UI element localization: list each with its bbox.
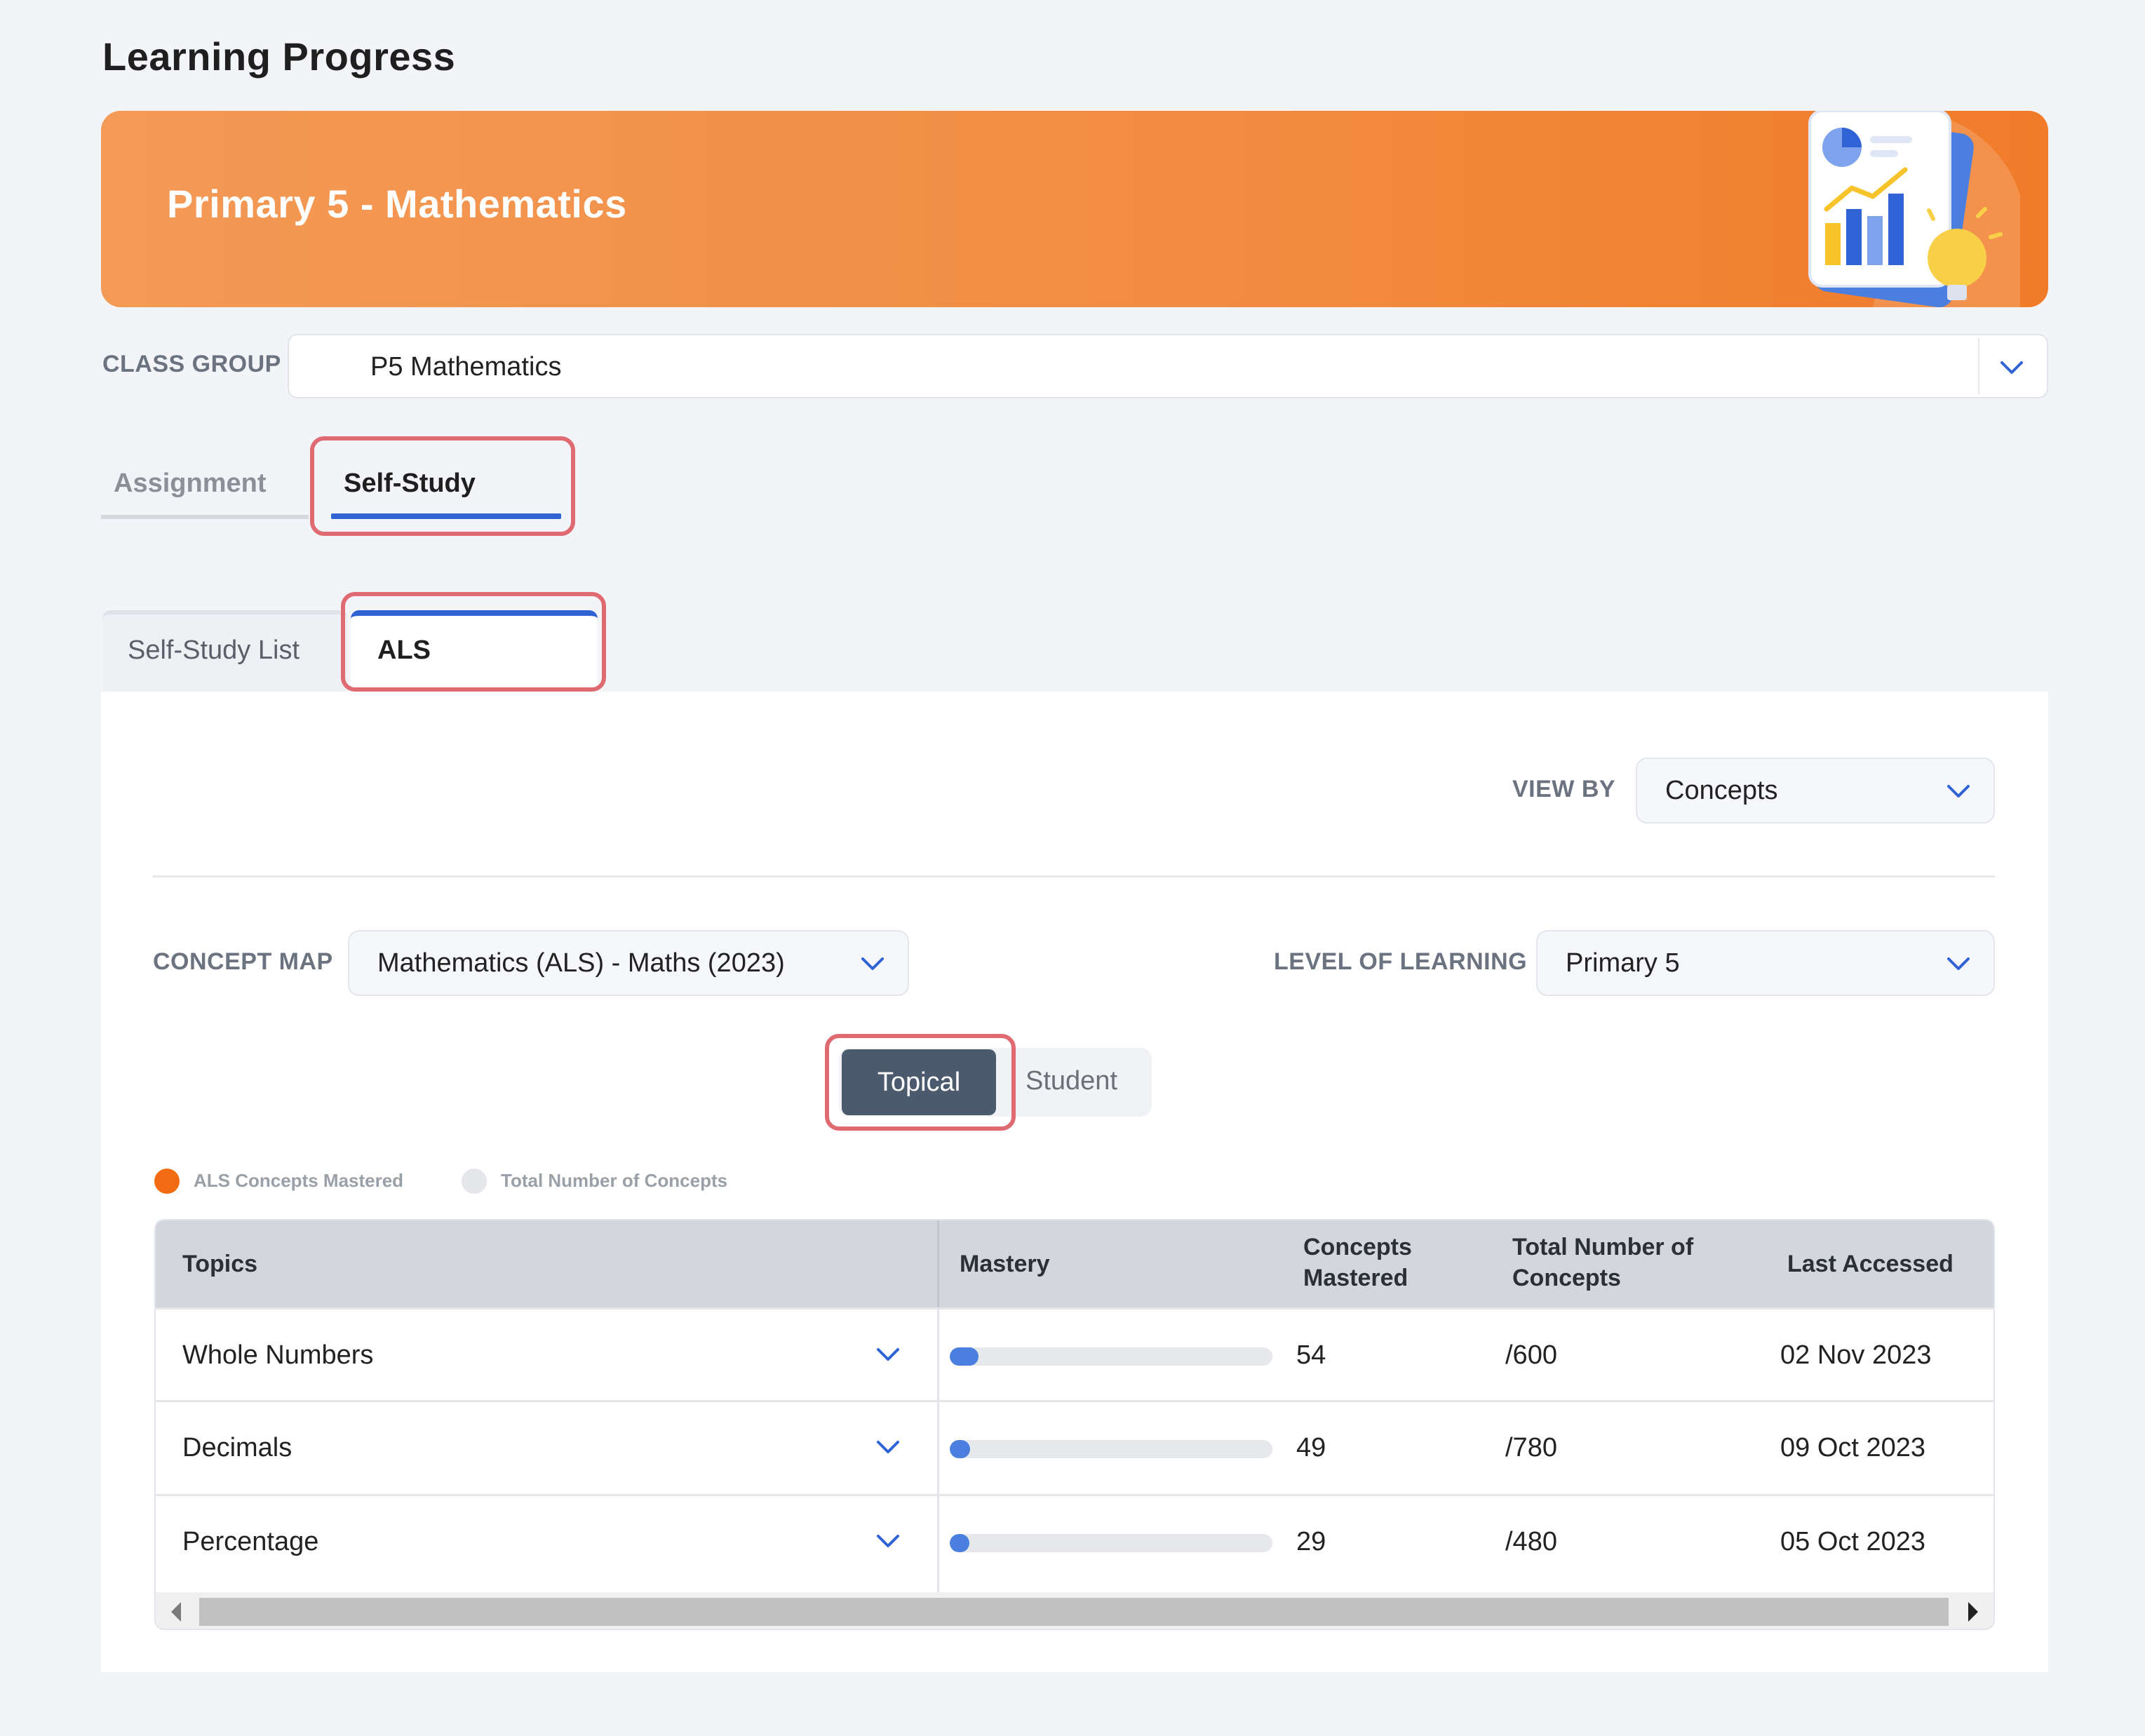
mastery-bar-fill bbox=[950, 1347, 979, 1366]
mastery-bar-fill bbox=[950, 1440, 970, 1458]
topic-name: Percentage bbox=[182, 1527, 319, 1556]
horizontal-scrollbar[interactable] bbox=[156, 1592, 1993, 1629]
header-topics: Topics bbox=[182, 1251, 258, 1277]
subtab-self-study-list[interactable]: Self-Study List bbox=[128, 635, 300, 666]
total-concepts-value: /480 bbox=[1505, 1527, 1557, 1556]
chevron-down-icon[interactable] bbox=[874, 1527, 902, 1555]
page-title: Learning Progress bbox=[102, 34, 456, 79]
report-chart-illustration-icon bbox=[1808, 111, 2020, 307]
concept-map-label: CONCEPT MAP bbox=[153, 948, 333, 975]
select-divider bbox=[1978, 338, 1979, 394]
chevron-down-icon[interactable] bbox=[874, 1433, 902, 1461]
class-group-label: CLASS GROUP bbox=[102, 351, 281, 377]
last-accessed-value: 02 Nov 2023 bbox=[1780, 1340, 1932, 1370]
header-concepts-mastered: Concepts Mastered bbox=[1303, 1234, 1412, 1291]
column-divider bbox=[937, 1220, 939, 1307]
toggle-student-button[interactable]: Student bbox=[1026, 1066, 1117, 1096]
class-group-select[interactable]: P5 Mathematics bbox=[288, 334, 2048, 398]
concept-map-value: Mathematics (ALS) - Maths (2023) bbox=[377, 948, 785, 978]
legend-total-label: Total Number of Concepts bbox=[501, 1170, 728, 1191]
tab-underline-inactive bbox=[101, 515, 309, 519]
header-total-concepts: Total Number of Concepts bbox=[1512, 1234, 1694, 1291]
last-accessed-value: 09 Oct 2023 bbox=[1780, 1433, 1926, 1462]
chevron-down-icon bbox=[1947, 957, 1970, 970]
highlight-box-topical bbox=[825, 1034, 1016, 1131]
header-last-accessed: Last Accessed bbox=[1787, 1251, 1954, 1277]
mastery-bar bbox=[950, 1347, 1272, 1366]
legend-total-dot bbox=[462, 1169, 487, 1194]
last-accessed-value: 05 Oct 2023 bbox=[1780, 1527, 1926, 1556]
concepts-mastered-value: 29 bbox=[1296, 1527, 1326, 1556]
level-of-learning-label: LEVEL OF LEARNING bbox=[1274, 948, 1528, 975]
banner-title: Primary 5 - Mathematics bbox=[167, 182, 627, 226]
scroll-right-arrow-icon[interactable] bbox=[1968, 1602, 1978, 1622]
table-row[interactable]: Percentage 29 /480 05 Oct 2023 bbox=[156, 1494, 1993, 1587]
view-by-label: VIEW BY bbox=[1512, 776, 1616, 802]
mastery-bar-fill bbox=[950, 1534, 969, 1552]
scroll-left-arrow-icon[interactable] bbox=[171, 1602, 181, 1622]
level-of-learning-select[interactable]: Primary 5 bbox=[1536, 930, 1995, 996]
total-concepts-value: /780 bbox=[1505, 1433, 1557, 1462]
concepts-mastered-value: 49 bbox=[1296, 1433, 1326, 1462]
concepts-mastered-value: 54 bbox=[1296, 1340, 1326, 1370]
chevron-down-icon bbox=[861, 957, 884, 970]
chevron-down-icon[interactable] bbox=[874, 1340, 902, 1368]
topics-table: Topics Mastery Concepts Mastered Total N… bbox=[154, 1219, 1995, 1630]
highlight-box-self-study bbox=[310, 436, 575, 536]
mastery-bar bbox=[950, 1534, 1272, 1552]
chevron-down-icon bbox=[1947, 785, 1970, 798]
tab-assignment[interactable]: Assignment bbox=[114, 469, 266, 499]
view-by-select[interactable]: Concepts bbox=[1636, 758, 1995, 823]
header-mastery: Mastery bbox=[960, 1251, 1050, 1277]
mastery-bar bbox=[950, 1440, 1272, 1458]
legend-mastered-dot bbox=[154, 1169, 180, 1194]
table-header: Topics Mastery Concepts Mastered Total N… bbox=[156, 1220, 1993, 1307]
legend-mastered-label: ALS Concepts Mastered bbox=[194, 1170, 404, 1191]
scrollbar-thumb[interactable] bbox=[199, 1598, 1949, 1626]
topic-name: Whole Numbers bbox=[182, 1340, 374, 1370]
topic-name: Decimals bbox=[182, 1433, 292, 1462]
section-divider bbox=[153, 875, 1995, 877]
total-concepts-value: /600 bbox=[1505, 1340, 1557, 1370]
level-of-learning-value: Primary 5 bbox=[1566, 948, 1680, 978]
table-row[interactable]: Whole Numbers 54 /600 02 Nov 2023 bbox=[156, 1307, 1993, 1400]
view-by-value: Concepts bbox=[1665, 776, 1778, 805]
table-row[interactable]: Decimals 49 /780 09 Oct 2023 bbox=[156, 1400, 1993, 1493]
concept-map-select[interactable]: Mathematics (ALS) - Maths (2023) bbox=[348, 930, 909, 996]
highlight-box-als bbox=[341, 592, 606, 692]
course-banner: Primary 5 - Mathematics bbox=[101, 111, 2048, 307]
class-group-value: P5 Mathematics bbox=[370, 352, 562, 382]
chevron-down-icon[interactable] bbox=[1998, 354, 2026, 382]
